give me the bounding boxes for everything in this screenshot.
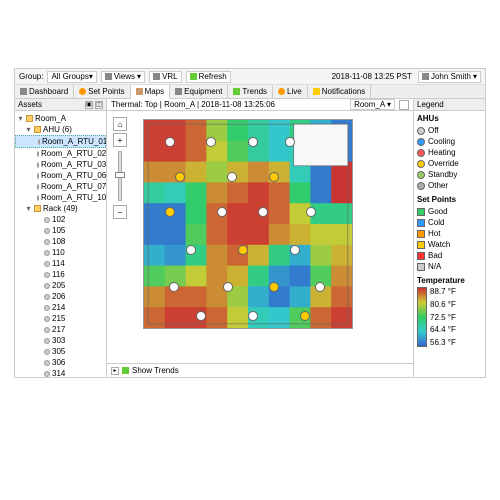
legend-panel: Legend AHUsOffCoolingHeatingOverrideStan… [413,99,485,377]
refresh-button[interactable]: Refresh [186,71,231,83]
heatmap[interactable] [143,119,353,329]
fit-button[interactable]: ⌂ [113,117,127,131]
legend-row: Good [417,206,482,217]
legend-row: Standby [417,169,482,180]
tree-item[interactable]: 105 [15,225,106,236]
legend-row: Other [417,180,482,191]
main: Assets ▣◫ ▾Room_A▾AHU (6)Room_A_RTU_01Ro… [15,99,485,377]
tree-item[interactable]: Room_A_RTU_06 [15,170,106,181]
legend-row: Override [417,158,482,169]
tree-item[interactable]: Room_A_RTU_07 [15,181,106,192]
group-select[interactable]: All Groups ▾ [47,71,96,83]
tree-item[interactable]: 314 [15,368,106,377]
tree-item[interactable]: ▾Room_A [15,113,106,124]
legend-row: Cold [417,217,482,228]
tab-maps[interactable]: Maps [131,85,171,99]
vrl-button[interactable]: VRL [149,71,182,83]
tool-icon[interactable] [399,100,409,110]
trends-label[interactable]: Show Trends [132,366,179,375]
tree-item[interactable]: ▾AHU (6) [15,124,106,135]
center-panel: Thermal: Top | Room_A | 2018-11-08 13:25… [107,99,413,377]
breadcrumb-path: Thermal: Top | Room_A | 2018-11-08 13:25… [111,100,275,109]
legend-row: Bad [417,250,482,261]
legend-row: Hot [417,228,482,239]
user-menu[interactable]: John Smith ▾ [418,71,481,83]
tree-item[interactable]: 217 [15,324,106,335]
temp-gradient [417,287,427,347]
tab-dashboard[interactable]: Dashboard [15,85,74,98]
sensor-marker[interactable] [238,245,248,255]
tree-collapse-icon[interactable]: ◫ [95,101,103,109]
app-window: Group: All Groups ▾ Views ▾ VRL Refresh … [14,68,486,378]
sensor-marker[interactable] [269,282,279,292]
views-button[interactable]: Views ▾ [101,71,145,83]
tree-item[interactable]: 305 [15,346,106,357]
tree-item[interactable]: 114 [15,258,106,269]
asset-tree[interactable]: ▾Room_A▾AHU (6)Room_A_RTU_01Room_A_RTU_0… [15,111,106,377]
group-label: Group: [19,72,43,81]
tree-item[interactable]: 215 [15,313,106,324]
sensor-marker[interactable] [315,282,325,292]
tab-notifications[interactable]: Notifications [308,85,372,98]
sensor-marker[interactable] [248,137,258,147]
legend-row: Heating [417,147,482,158]
tree-item[interactable]: 102 [15,214,106,225]
sensor-marker[interactable] [186,245,196,255]
zoom-slider[interactable] [118,151,122,201]
tab-live[interactable]: Live [273,85,308,98]
legend-body: AHUsOffCoolingHeatingOverrideStandbyOthe… [414,111,485,377]
sensor-marker[interactable] [165,137,175,147]
topbar: Group: All Groups ▾ Views ▾ VRL Refresh … [15,69,485,85]
tab-trends[interactable]: Trends [228,85,273,98]
map-controls: ⌂ + − [113,117,127,219]
tree-item[interactable]: Room_A_RTU_01 [15,135,106,148]
zoom-in-button[interactable]: + [113,133,127,147]
legend-row: N/A [417,261,482,272]
tabbar: Dashboard Set Points Maps Equipment Tren… [15,85,485,99]
tree-item[interactable]: 214 [15,302,106,313]
tree-expand-icon[interactable]: ▣ [85,101,93,109]
map-area[interactable]: ⌂ + − [107,111,413,363]
legend-title: Legend [417,100,444,109]
legend-row: Cooling [417,136,482,147]
tree-item[interactable]: 205 [15,280,106,291]
sensor-marker[interactable] [290,245,300,255]
assets-title: Assets [18,100,42,109]
legend-row: Off [417,125,482,136]
tree-item[interactable]: Room_A_RTU_10 [15,192,106,203]
trends-bar: ▸ Show Trends [107,363,413,377]
breadcrumb: Thermal: Top | Room_A | 2018-11-08 13:25… [107,99,413,111]
tree-item[interactable]: 108 [15,236,106,247]
tree-item[interactable]: 110 [15,247,106,258]
tree-item[interactable]: 306 [15,357,106,368]
trends-toggle[interactable]: ▸ [111,367,119,375]
timestamp: 2018-11-08 13:25 PST [332,72,412,81]
tree-item[interactable]: Room_A_RTU_02 [15,148,106,159]
tree-item[interactable]: 303 [15,335,106,346]
sensor-marker[interactable] [206,137,216,147]
trends-icon [122,367,129,374]
room-select[interactable]: Room_A ▾ [350,99,395,110]
sensor-marker[interactable] [269,172,279,182]
assets-panel: Assets ▣◫ ▾Room_A▾AHU (6)Room_A_RTU_01Ro… [15,99,107,377]
tree-item[interactable]: ▾Rack (49) [15,203,106,214]
assets-header: Assets ▣◫ [15,99,106,111]
tab-setpoints[interactable]: Set Points [74,85,130,98]
tree-item[interactable]: 116 [15,269,106,280]
tab-equipment[interactable]: Equipment [170,85,228,98]
zoom-out-button[interactable]: − [113,205,127,219]
legend-row: Watch [417,239,482,250]
tree-item[interactable]: Room_A_RTU_03 [15,159,106,170]
tree-item[interactable]: 206 [15,291,106,302]
